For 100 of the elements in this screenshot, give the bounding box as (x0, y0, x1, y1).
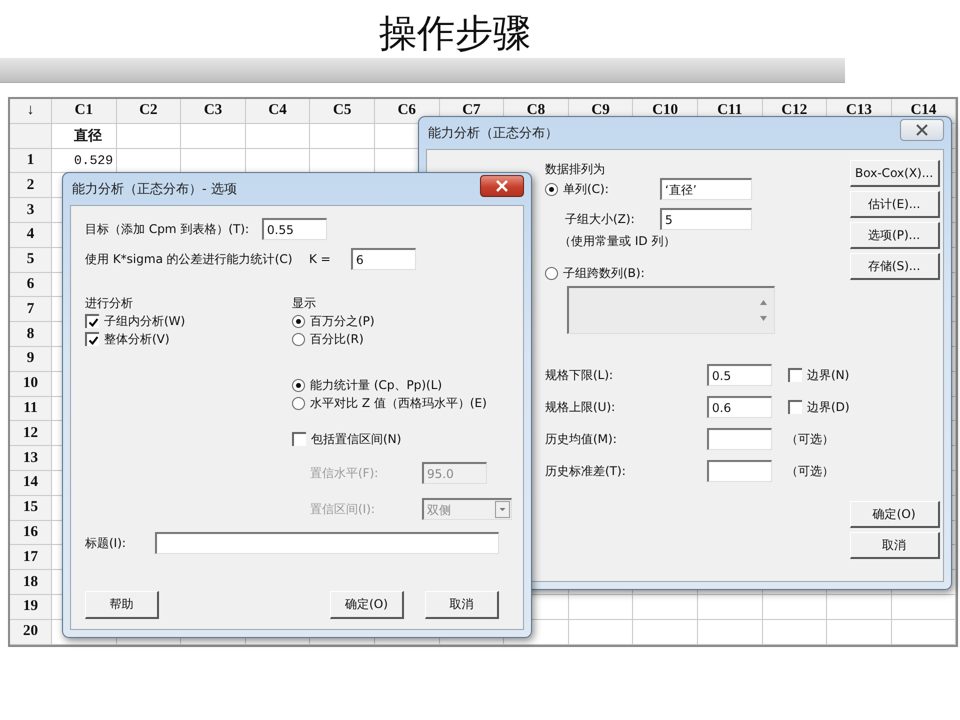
dialog-button[interactable]: 确定(O) (850, 501, 940, 528)
field-label: K = (309, 251, 332, 268)
dialog-button[interactable]: 存储(S)... (850, 253, 940, 280)
optional-note: （可选） (786, 463, 834, 480)
section-label: 显示 (292, 295, 316, 312)
row-header[interactable]: 2 (10, 173, 52, 198)
checkbox-label: 包括置信区间(N) (311, 431, 402, 448)
option-label: 能力统计量 (Cp、Pp)(L) (310, 377, 442, 394)
row-header[interactable]: 16 (10, 520, 52, 546)
column-header[interactable]: C3 (181, 99, 246, 124)
input-field[interactable]: 0.6 (707, 396, 772, 418)
row-header[interactable]: 18 (10, 570, 52, 595)
field-label: 目标（添加 Cpm 到表格）(T): (85, 221, 250, 238)
radio-button[interactable] (292, 332, 305, 346)
field-label: 历史标准差(T): (545, 463, 627, 480)
row-header[interactable]: 5 (10, 248, 52, 273)
field-label: 规格下限(L): (545, 367, 614, 384)
row-header[interactable]: 14 (10, 470, 52, 496)
row-header[interactable]: 1 (10, 148, 52, 174)
checkbox-label: 边界(D) (807, 399, 850, 416)
section-label: 进行分析 (85, 295, 133, 312)
window-title: 能力分析（正态分布）- 选项 (71, 181, 237, 198)
row-header[interactable]: 17 (10, 545, 52, 570)
checkbox[interactable] (292, 432, 306, 446)
table-cell (892, 594, 956, 620)
row-header[interactable]: 11 (10, 396, 52, 422)
row-header[interactable]: 9 (10, 346, 52, 372)
radio-button[interactable] (545, 182, 558, 196)
input-field[interactable]: 5 (660, 208, 752, 230)
option-label: 百万分之(P) (310, 313, 375, 330)
row-header[interactable]: 12 (10, 421, 52, 446)
section-label: 数据排列为 (545, 161, 605, 178)
row-header (10, 124, 52, 149)
row-header[interactable]: 8 (10, 322, 52, 347)
close-button[interactable] (480, 175, 524, 197)
radio-button[interactable] (545, 266, 558, 280)
table-cell (568, 594, 634, 620)
dialog-button[interactable]: 选项(P)... (850, 222, 940, 249)
column-name-cell (181, 124, 246, 149)
corner-cell: ↓ (10, 99, 52, 124)
checkbox[interactable] (788, 400, 802, 414)
dialog-button[interactable]: 帮助 (85, 591, 159, 619)
row-header[interactable]: 4 (10, 222, 52, 248)
close-icon (496, 180, 508, 192)
checkbox[interactable] (85, 332, 99, 346)
close-icon (916, 124, 928, 136)
input-field[interactable]: 0.55 (262, 218, 327, 240)
table-cell (698, 620, 763, 645)
table-cell (633, 594, 698, 620)
option-label: 单列(C): (563, 181, 610, 198)
column-header[interactable]: C1 (52, 99, 117, 124)
checkbox-label: 整体分析(V) (104, 331, 170, 348)
radio-button[interactable] (292, 314, 305, 328)
radio-button[interactable] (292, 378, 305, 392)
row-header[interactable]: 13 (10, 446, 52, 471)
row-header[interactable]: 19 (10, 594, 52, 620)
dialog-button[interactable]: 取消 (850, 532, 940, 559)
checkbox[interactable] (85, 314, 99, 328)
dialog-button[interactable]: Box-Cox(X)... (850, 160, 940, 187)
scroll-down-icon (760, 316, 767, 322)
checkbox-label: 边界(N) (807, 367, 850, 384)
option-label: 水平对比 Z 值（西格玛水平）(E) (310, 395, 487, 412)
input-field[interactable] (155, 532, 499, 554)
hint-text: （使用常量或 ID 列） (558, 233, 676, 250)
field-label: 标题(I): (85, 535, 127, 552)
column-header[interactable]: C5 (310, 99, 375, 124)
window-title: 能力分析（正态分布） (427, 125, 558, 142)
input-field[interactable] (707, 460, 772, 482)
column-name-cell: 直径 (52, 124, 117, 149)
option-label: 百分比(R) (310, 331, 364, 348)
option-label: 子组跨数列(B): (563, 265, 645, 282)
field-label: 历史均值(M): (545, 431, 618, 448)
list-box[interactable] (567, 286, 775, 334)
checkbox[interactable] (788, 368, 802, 382)
table-cell (633, 620, 698, 645)
row-header[interactable]: 20 (10, 620, 52, 645)
input-field[interactable]: ‘直径’ (660, 178, 752, 200)
field-label: 置信区间(I): (310, 501, 376, 518)
input-field[interactable] (707, 428, 772, 450)
radio-button[interactable] (292, 396, 305, 410)
table-cell (762, 594, 828, 620)
row-header[interactable]: 3 (10, 198, 52, 223)
input-field[interactable]: 0.5 (707, 364, 772, 386)
dialog-button[interactable]: 估计(E)... (850, 191, 940, 218)
row-header[interactable]: 7 (10, 297, 52, 322)
table-cell (892, 620, 956, 645)
column-name-cell (116, 124, 182, 149)
row-header[interactable]: 15 (10, 496, 52, 521)
table-cell (762, 620, 828, 645)
row-header[interactable]: 6 (10, 272, 52, 298)
input-field[interactable]: 6 (351, 248, 416, 270)
row-header[interactable]: 10 (10, 372, 52, 397)
column-header[interactable]: C4 (246, 99, 310, 124)
table-cell (568, 620, 634, 645)
slide-title: 操作步骤 (379, 10, 532, 57)
dialog-button[interactable]: 取消 (425, 591, 499, 619)
field-label: 使用 K*sigma 的公差进行能力统计(C) (85, 251, 294, 268)
close-button[interactable] (900, 119, 944, 141)
dialog-button[interactable]: 确定(O) (330, 591, 404, 619)
column-header[interactable]: C2 (116, 99, 182, 124)
